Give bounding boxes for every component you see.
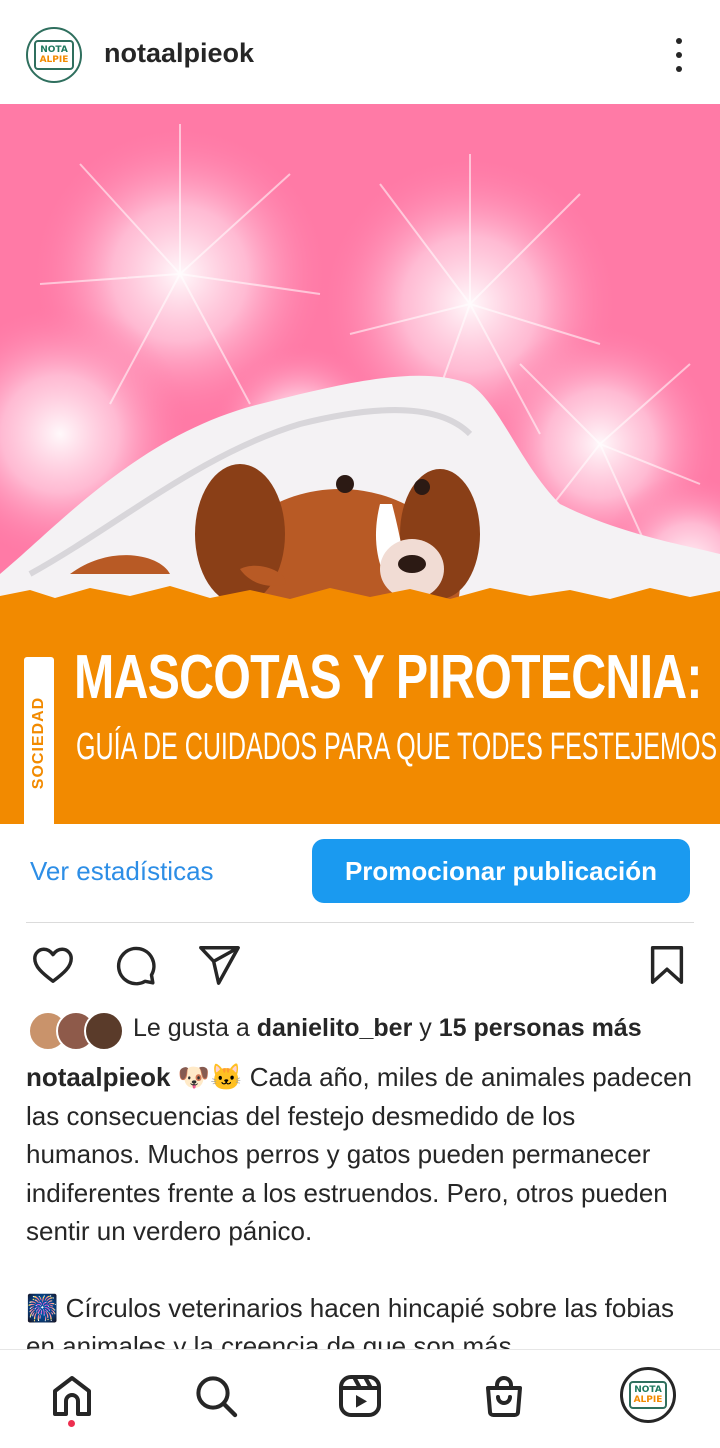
fireworks-dog-illustration [0, 104, 720, 824]
brand-logo: NOTA ALPIE [34, 40, 74, 70]
brand-logo: NOTA ALPIE [629, 1381, 667, 1409]
avatar [84, 1011, 124, 1051]
notification-dot [68, 1420, 75, 1427]
section-tag: SOCIEDAD [24, 657, 54, 824]
view-insights-link[interactable]: Ver estadísticas [30, 856, 214, 887]
caption-author[interactable]: notaalpieok [26, 1062, 170, 1092]
divider [26, 922, 694, 923]
heart-icon[interactable] [30, 942, 76, 988]
bookmark-icon[interactable] [644, 942, 690, 988]
bottom-navigation: NOTA ALPIE [0, 1349, 720, 1448]
profile-tab-avatar[interactable]: NOTA ALPIE [620, 1367, 676, 1423]
fireworks-emoji: 🎆 [26, 1292, 59, 1323]
home-icon[interactable] [48, 1372, 96, 1420]
post-header: NOTA ALPIE notaalpieok [0, 0, 720, 104]
likes-count[interactable]: 15 personas más [439, 1014, 642, 1042]
liker-avatars[interactable] [28, 1011, 124, 1051]
post-headline: MASCOTAS Y PIROTECNIA: [74, 643, 702, 712]
shop-icon[interactable] [480, 1372, 528, 1420]
comment-icon[interactable] [112, 942, 158, 988]
post-caption: notaalpieok 🐶🐱 Cada año, miles de animal… [26, 1058, 696, 1366]
post-image[interactable]: SOCIEDAD MASCOTAS Y PIROTECNIA: GUÍA DE … [0, 104, 720, 824]
reels-icon[interactable] [336, 1372, 384, 1420]
more-vertical-icon[interactable] [664, 38, 694, 72]
search-icon[interactable] [192, 1372, 240, 1420]
promote-post-button[interactable]: Promocionar publicación [312, 839, 690, 903]
post-username[interactable]: notaalpieok [104, 38, 254, 69]
likes-summary[interactable]: Le gusta a danielito_ber y 15 personas m… [133, 1014, 642, 1043]
caption-emojis: 🐶🐱 [177, 1062, 243, 1092]
profile-avatar[interactable]: NOTA ALPIE [26, 27, 82, 83]
share-icon[interactable] [196, 942, 242, 988]
post-subheadline: GUÍA DE CUIDADOS PARA QUE TODES FESTEJEM… [76, 726, 718, 768]
liker-username[interactable]: danielito_ber [257, 1014, 413, 1042]
